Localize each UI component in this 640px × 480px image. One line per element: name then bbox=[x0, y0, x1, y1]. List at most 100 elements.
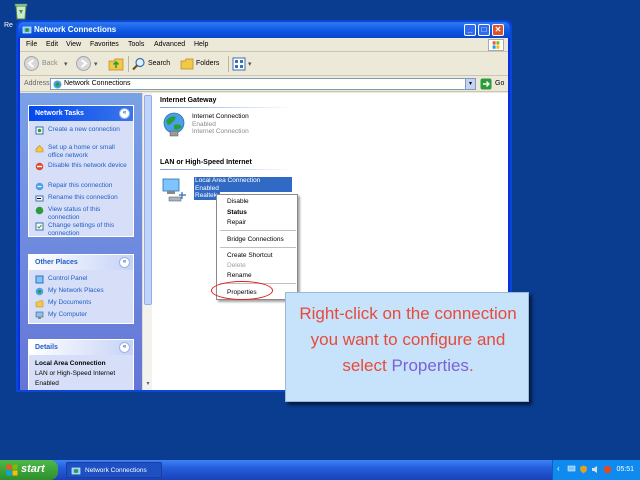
maximize-button[interactable]: □ bbox=[478, 24, 490, 36]
folders-label: Folders bbox=[196, 60, 220, 67]
ctx-status[interactable]: Status bbox=[227, 209, 247, 216]
recycle-bin-icon[interactable] bbox=[12, 2, 30, 20]
address-value: Network Connections bbox=[64, 80, 131, 87]
collapse-chevron-icon[interactable]: « bbox=[119, 257, 130, 268]
other-places-panel: Other Places « Control Panel My Network … bbox=[28, 254, 134, 324]
menu-tools[interactable]: Tools bbox=[128, 41, 144, 48]
collapse-chevron-icon[interactable]: « bbox=[119, 108, 130, 119]
internet-connection-status: Enabled bbox=[192, 120, 216, 128]
address-bar: Address Network Connections ▾ Go bbox=[20, 76, 508, 92]
ctx-rename[interactable]: Rename bbox=[227, 272, 252, 279]
lan-connection-icon bbox=[162, 178, 186, 202]
other-places-header[interactable]: Other Places « bbox=[29, 255, 133, 270]
up-folder-icon[interactable] bbox=[108, 56, 124, 72]
task-label: Create a new connection bbox=[48, 126, 120, 133]
collapse-chevron-icon[interactable]: « bbox=[119, 342, 130, 353]
documents-folder-icon bbox=[35, 300, 44, 308]
details-connection-type: LAN or High-Speed Internet bbox=[35, 370, 116, 377]
views-icon bbox=[232, 57, 246, 71]
forward-button[interactable]: ▾ bbox=[76, 56, 104, 72]
internet-connection-type: Internet Connection bbox=[192, 128, 249, 135]
ctx-disable[interactable]: Disable bbox=[227, 198, 249, 205]
ctx-delete: Delete bbox=[227, 262, 246, 269]
ctx-separator bbox=[220, 247, 296, 248]
views-dropdown-icon[interactable]: ▾ bbox=[248, 60, 252, 68]
close-icon: ✕ bbox=[494, 25, 502, 34]
taskbar-network-connections[interactable]: Network Connections bbox=[66, 462, 162, 478]
tray-alert-icon[interactable] bbox=[603, 465, 612, 474]
windows-logo-icon bbox=[488, 39, 504, 51]
group-title-internet-gateway: Internet Gateway bbox=[160, 97, 217, 104]
internet-connection-text: Internet Connection Enabled Internet Con… bbox=[192, 113, 249, 136]
tray-expand-icon[interactable]: ‹ bbox=[557, 464, 566, 473]
window-title: Network Connections bbox=[34, 25, 117, 34]
internet-gateway-icon bbox=[163, 112, 185, 137]
go-arrow-icon bbox=[480, 78, 492, 90]
forward-arrow-icon bbox=[76, 56, 91, 71]
menu-view[interactable]: View bbox=[66, 41, 81, 48]
task-label: Rename this connection bbox=[48, 194, 118, 201]
address-label: Address bbox=[24, 80, 50, 87]
instruction-emphasis: Properties bbox=[391, 356, 469, 375]
tray-shield-icon[interactable] bbox=[579, 465, 588, 474]
menu-advanced[interactable]: Advanced bbox=[154, 41, 185, 48]
go-label: Go bbox=[495, 80, 505, 87]
views-button[interactable]: ▾ bbox=[232, 56, 256, 72]
network-tasks-header[interactable]: Network Tasks « bbox=[29, 106, 133, 121]
back-arrow-icon bbox=[24, 56, 39, 71]
internet-connection-item[interactable]: Internet Connection Enabled Internet Con… bbox=[160, 111, 280, 141]
address-field[interactable]: Network Connections ▾ bbox=[50, 78, 476, 90]
back-button[interactable]: Back ▾ bbox=[24, 56, 72, 72]
task-label: Repair this connection bbox=[48, 182, 113, 189]
system-tray: ‹ 05:51 bbox=[552, 460, 640, 480]
minimize-button[interactable]: _ bbox=[464, 24, 476, 36]
ctx-repair[interactable]: Repair bbox=[227, 219, 246, 226]
disable-device-icon bbox=[35, 162, 44, 171]
back-dropdown-icon[interactable]: ▾ bbox=[64, 60, 68, 68]
menu-favorites[interactable]: Favorites bbox=[90, 41, 119, 48]
details-header[interactable]: Details « bbox=[29, 340, 133, 355]
details-connection-status: Enabled bbox=[35, 380, 59, 387]
rename-icon bbox=[35, 195, 44, 202]
menu-help[interactable]: Help bbox=[194, 41, 208, 48]
control-panel-icon bbox=[35, 275, 44, 284]
address-dropdown-icon[interactable]: ▾ bbox=[465, 79, 475, 89]
folders-button[interactable]: Folders bbox=[180, 56, 226, 72]
home-network-icon bbox=[35, 145, 44, 153]
search-button[interactable]: Search bbox=[132, 56, 178, 72]
search-label: Search bbox=[148, 60, 171, 67]
network-folder-icon bbox=[71, 467, 81, 475]
repair-icon bbox=[35, 182, 44, 191]
taskbar-task-label: Network Connections bbox=[85, 467, 147, 474]
task-label: Change settings of this connection bbox=[48, 222, 115, 237]
task-pane-scrollbar[interactable]: ▾ bbox=[142, 93, 152, 390]
instruction-callout: Right-click on the connection you want t… bbox=[285, 292, 529, 402]
task-label: Set up a home or small office network bbox=[48, 144, 115, 159]
details-panel: Details « Local Area Connection LAN or H… bbox=[28, 339, 134, 390]
scroll-down-arrow-icon[interactable]: ▾ bbox=[144, 380, 152, 388]
search-icon bbox=[132, 57, 145, 71]
scrollbar-thumb[interactable] bbox=[144, 95, 152, 305]
place-label: My Network Places bbox=[48, 287, 104, 294]
instruction-text: Right-click on the connection you want t… bbox=[292, 301, 524, 379]
network-tasks-panel: Network Tasks « Create a new connection … bbox=[28, 105, 134, 237]
network-connections-icon bbox=[53, 80, 62, 89]
details-connection-name: Local Area Connection bbox=[35, 360, 106, 367]
toolbar: Back ▾ ▾ Search Folders ▾ bbox=[20, 52, 508, 76]
details-title: Details bbox=[35, 344, 58, 351]
tray-volume-icon[interactable] bbox=[591, 465, 600, 474]
new-connection-icon bbox=[35, 126, 44, 135]
title-bar[interactable]: Network Connections _ □ ✕ bbox=[18, 22, 510, 38]
forward-dropdown-icon[interactable]: ▾ bbox=[94, 60, 98, 68]
ctx-create-shortcut[interactable]: Create Shortcut bbox=[227, 252, 273, 259]
settings-icon bbox=[35, 222, 44, 231]
ctx-separator bbox=[220, 230, 296, 231]
menu-edit[interactable]: Edit bbox=[46, 41, 58, 48]
place-label: My Computer bbox=[48, 311, 88, 318]
ctx-bridge-connections[interactable]: Bridge Connections bbox=[227, 236, 284, 243]
clock: 05:51 bbox=[616, 466, 634, 473]
start-button[interactable]: start bbox=[0, 460, 58, 480]
close-button[interactable]: ✕ bbox=[492, 24, 504, 36]
menu-file[interactable]: File bbox=[26, 41, 37, 48]
tray-network-icon[interactable] bbox=[567, 465, 576, 474]
